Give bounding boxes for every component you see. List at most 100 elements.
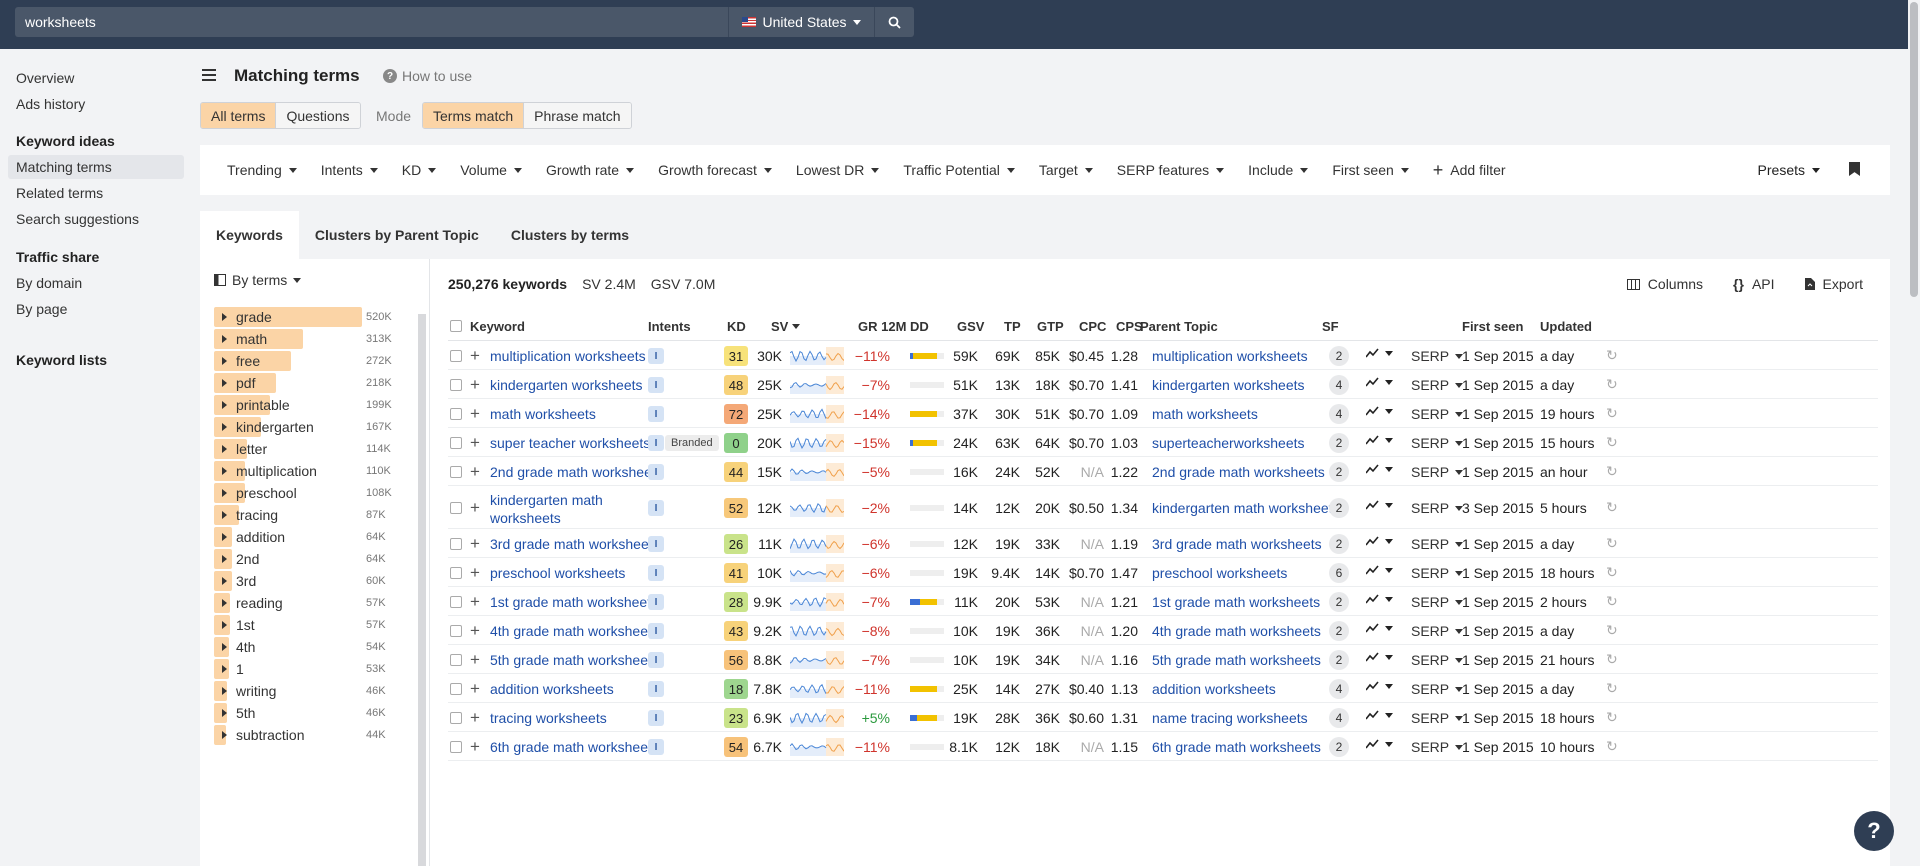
sf-count[interactable]: 2 [1329,737,1349,757]
filter-lowest-dr[interactable]: Lowest DR [796,162,880,178]
refresh-icon[interactable]: ↻ [1606,651,1618,668]
nav-by-page[interactable]: By page [8,297,184,321]
expand-arrow-icon[interactable] [222,335,227,343]
serp-menu[interactable]: SERP [1411,652,1464,668]
add-to-list-icon[interactable]: + [470,593,480,610]
nav-related-terms[interactable]: Related terms [8,181,184,205]
api-button[interactable]: {} API [1733,276,1774,292]
col-updated[interactable]: Updated [1540,319,1592,334]
expand-arrow-icon[interactable] [222,423,227,431]
toggle-phrase-match[interactable]: Phrase match [524,103,631,128]
nav-search-suggestions[interactable]: Search suggestions [8,207,184,231]
term-item[interactable]: reading 57K [214,593,394,613]
col-gsv[interactable]: GSV [957,319,984,334]
add-to-list-icon[interactable]: + [470,680,480,697]
add-to-list-icon[interactable]: + [470,564,480,581]
term-item[interactable]: multiplication 110K [214,461,394,481]
trend-menu[interactable] [1366,348,1393,358]
sf-count[interactable]: 4 [1329,375,1349,395]
sf-count[interactable]: 2 [1329,498,1349,518]
add-to-list-icon[interactable]: + [470,622,480,639]
sf-count[interactable]: 4 [1329,404,1349,424]
expand-arrow-icon[interactable] [222,533,227,541]
row-checkbox[interactable] [450,466,462,478]
col-intents[interactable]: Intents [648,319,691,334]
keyword-link[interactable]: kindergarten math worksheets [490,491,640,527]
refresh-icon[interactable]: ↻ [1606,535,1618,552]
parent-topic-link[interactable]: 6th grade math worksheets [1152,739,1321,755]
refresh-icon[interactable]: ↻ [1606,434,1618,451]
expand-arrow-icon[interactable] [222,709,227,717]
term-item[interactable]: grade 520K [214,307,394,327]
trend-menu[interactable] [1366,739,1393,749]
parent-topic-link[interactable]: multiplication worksheets [1152,348,1308,364]
filter-intents[interactable]: Intents [321,162,378,178]
export-button[interactable]: Export [1804,276,1863,292]
trend-menu[interactable] [1366,406,1393,416]
scrollbar-thumb[interactable] [1910,2,1918,297]
columns-button[interactable]: Columns [1626,276,1703,292]
col-parent-topic[interactable]: Parent Topic [1140,319,1218,334]
refresh-icon[interactable]: ↻ [1606,622,1618,639]
term-item[interactable]: kindergarten 167K [214,417,394,437]
by-terms-select[interactable]: By terms [214,272,302,288]
refresh-icon[interactable]: ↻ [1606,680,1618,697]
term-item[interactable]: 3rd 60K [214,571,394,591]
toggle-terms-match[interactable]: Terms match [423,103,525,128]
filter-include[interactable]: Include [1248,162,1309,178]
trend-menu[interactable] [1366,623,1393,633]
col-keyword[interactable]: Keyword [470,319,525,334]
serp-menu[interactable]: SERP [1411,681,1464,697]
refresh-icon[interactable]: ↻ [1606,564,1618,581]
trend-menu[interactable] [1366,594,1393,604]
nav-overview[interactable]: Overview [8,66,184,90]
expand-arrow-icon[interactable] [222,489,227,497]
expand-arrow-icon[interactable] [222,621,227,629]
filter-volume[interactable]: Volume [460,162,522,178]
sf-count[interactable]: 2 [1329,592,1349,612]
sf-count[interactable]: 2 [1329,462,1349,482]
serp-menu[interactable]: SERP [1411,464,1464,480]
refresh-icon[interactable]: ↻ [1606,463,1618,480]
add-to-list-icon[interactable]: + [470,376,480,393]
row-checkbox[interactable] [450,712,462,724]
refresh-icon[interactable]: ↻ [1606,405,1618,422]
serp-menu[interactable]: SERP [1411,500,1464,516]
trend-menu[interactable] [1366,435,1393,445]
col-tp[interactable]: TP [1004,319,1021,334]
nav-ads-history[interactable]: Ads history [8,92,184,116]
add-to-list-icon[interactable]: + [470,499,480,516]
filter-first-seen[interactable]: First seen [1332,162,1409,178]
serp-menu[interactable]: SERP [1411,594,1464,610]
sf-count[interactable]: 4 [1329,679,1349,699]
parent-topic-link[interactable]: preschool worksheets [1152,565,1287,581]
term-item[interactable]: letter 114K [214,439,394,459]
col-sv[interactable]: SV [771,319,801,334]
serp-menu[interactable]: SERP [1411,710,1464,726]
search-button[interactable] [874,7,914,37]
row-checkbox[interactable] [450,596,462,608]
parent-topic-link[interactable]: 4th grade math worksheets [1152,623,1321,639]
refresh-icon[interactable]: ↻ [1606,593,1618,610]
refresh-icon[interactable]: ↻ [1606,376,1618,393]
parent-topic-link[interactable]: name tracing worksheets [1152,710,1308,726]
term-item[interactable]: subtraction 44K [214,725,394,745]
sf-count[interactable]: 2 [1329,433,1349,453]
parent-topic-link[interactable]: 2nd grade math worksheets [1152,464,1325,480]
trend-menu[interactable] [1366,377,1393,387]
expand-arrow-icon[interactable] [222,445,227,453]
row-checkbox[interactable] [450,379,462,391]
filter-growth-rate[interactable]: Growth rate [546,162,635,178]
presets-button[interactable]: Presets [1758,162,1820,178]
select-all-checkbox[interactable] [450,320,462,332]
tab-clusters-parent-topic[interactable]: Clusters by Parent Topic [299,211,495,259]
filter-traffic-potential[interactable]: Traffic Potential [903,162,1015,178]
trend-menu[interactable] [1366,681,1393,691]
parent-topic-link[interactable]: superteacherworksheets [1152,435,1305,451]
add-to-list-icon[interactable]: + [470,651,480,668]
menu-icon[interactable] [202,69,216,81]
serp-menu[interactable]: SERP [1411,435,1464,451]
nav-matching-terms[interactable]: Matching terms [8,155,184,179]
parent-topic-link[interactable]: kindergarten worksheets [1152,377,1305,393]
nav-by-domain[interactable]: By domain [8,271,184,295]
